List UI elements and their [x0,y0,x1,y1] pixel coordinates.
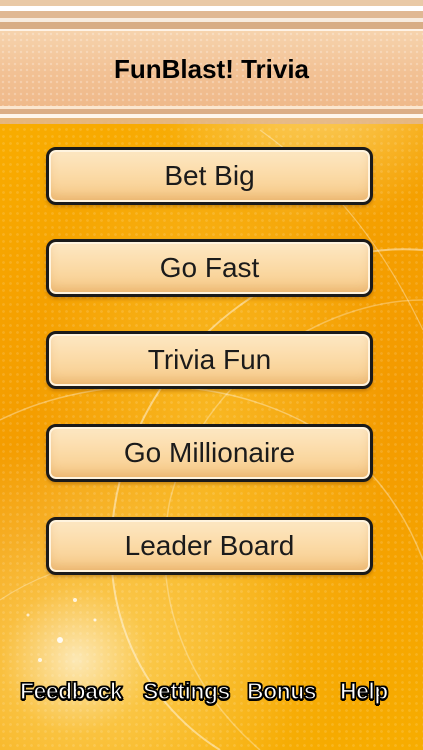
trivia-fun-button[interactable]: Trivia Fun [46,331,373,389]
header-stripe [0,118,423,124]
bet-big-button[interactable]: Bet Big [46,147,373,205]
settings-link[interactable]: Settings [142,674,231,708]
header-stripe [0,11,423,18]
feedback-link[interactable]: Feedback [19,674,123,708]
bonus-link[interactable]: Bonus [246,674,317,708]
leader-board-button[interactable]: Leader Board [46,517,373,575]
help-link[interactable]: Help [339,674,389,708]
header-bar: FunBlast! Trivia [0,0,423,130]
go-millionaire-button[interactable]: Go Millionaire [46,424,373,482]
app-title: FunBlast! Trivia [113,54,310,84]
go-fast-button[interactable]: Go Fast [46,239,373,297]
header-stripe [0,22,423,29]
